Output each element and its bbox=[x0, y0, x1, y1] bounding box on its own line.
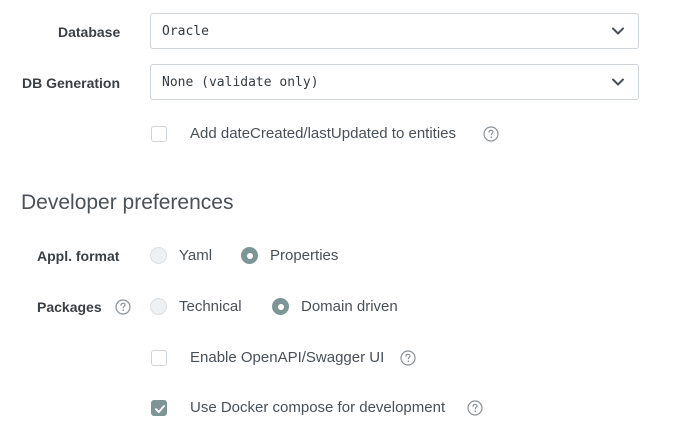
docker-checkbox[interactable] bbox=[151, 400, 167, 416]
question-circle-icon[interactable] bbox=[467, 400, 483, 416]
checkmark-icon bbox=[155, 405, 165, 413]
date-created-checkbox[interactable] bbox=[151, 126, 167, 142]
radio-properties[interactable] bbox=[241, 247, 258, 264]
question-circle-icon[interactable] bbox=[115, 299, 131, 315]
radio-yaml-label[interactable]: Yaml bbox=[179, 247, 212, 265]
radio-technical-label[interactable]: Technical bbox=[179, 298, 242, 316]
radio-technical[interactable] bbox=[150, 298, 167, 315]
chevron-down-icon bbox=[612, 27, 624, 35]
db-generation-select-value: None (validate only) bbox=[162, 75, 319, 90]
question-circle-icon[interactable] bbox=[400, 350, 416, 366]
developer-preferences-title: Developer preferences bbox=[21, 191, 234, 214]
radio-yaml[interactable] bbox=[150, 247, 167, 264]
database-select[interactable]: Oracle bbox=[150, 13, 639, 49]
openapi-checkbox[interactable] bbox=[151, 350, 167, 366]
docker-label: Use Docker compose for development bbox=[190, 399, 446, 416]
db-generation-label: DB Generation bbox=[22, 75, 121, 91]
packages-label: Packages bbox=[37, 299, 102, 315]
date-created-label: Add dateCreated/lastUpdated to entities bbox=[190, 125, 457, 142]
chevron-down-icon bbox=[612, 78, 624, 86]
question-circle-icon[interactable] bbox=[483, 126, 499, 142]
radio-properties-label[interactable]: Properties bbox=[270, 247, 338, 265]
db-generation-select[interactable]: None (validate only) bbox=[150, 64, 639, 100]
database-label: Database bbox=[58, 24, 121, 40]
radio-domain-driven[interactable] bbox=[272, 298, 289, 315]
database-select-value: Oracle bbox=[162, 24, 209, 39]
openapi-label: Enable OpenAPI/Swagger UI bbox=[190, 349, 385, 366]
radio-domain-driven-label[interactable]: Domain driven bbox=[301, 298, 398, 316]
appl-format-label: Appl. format bbox=[37, 248, 120, 264]
